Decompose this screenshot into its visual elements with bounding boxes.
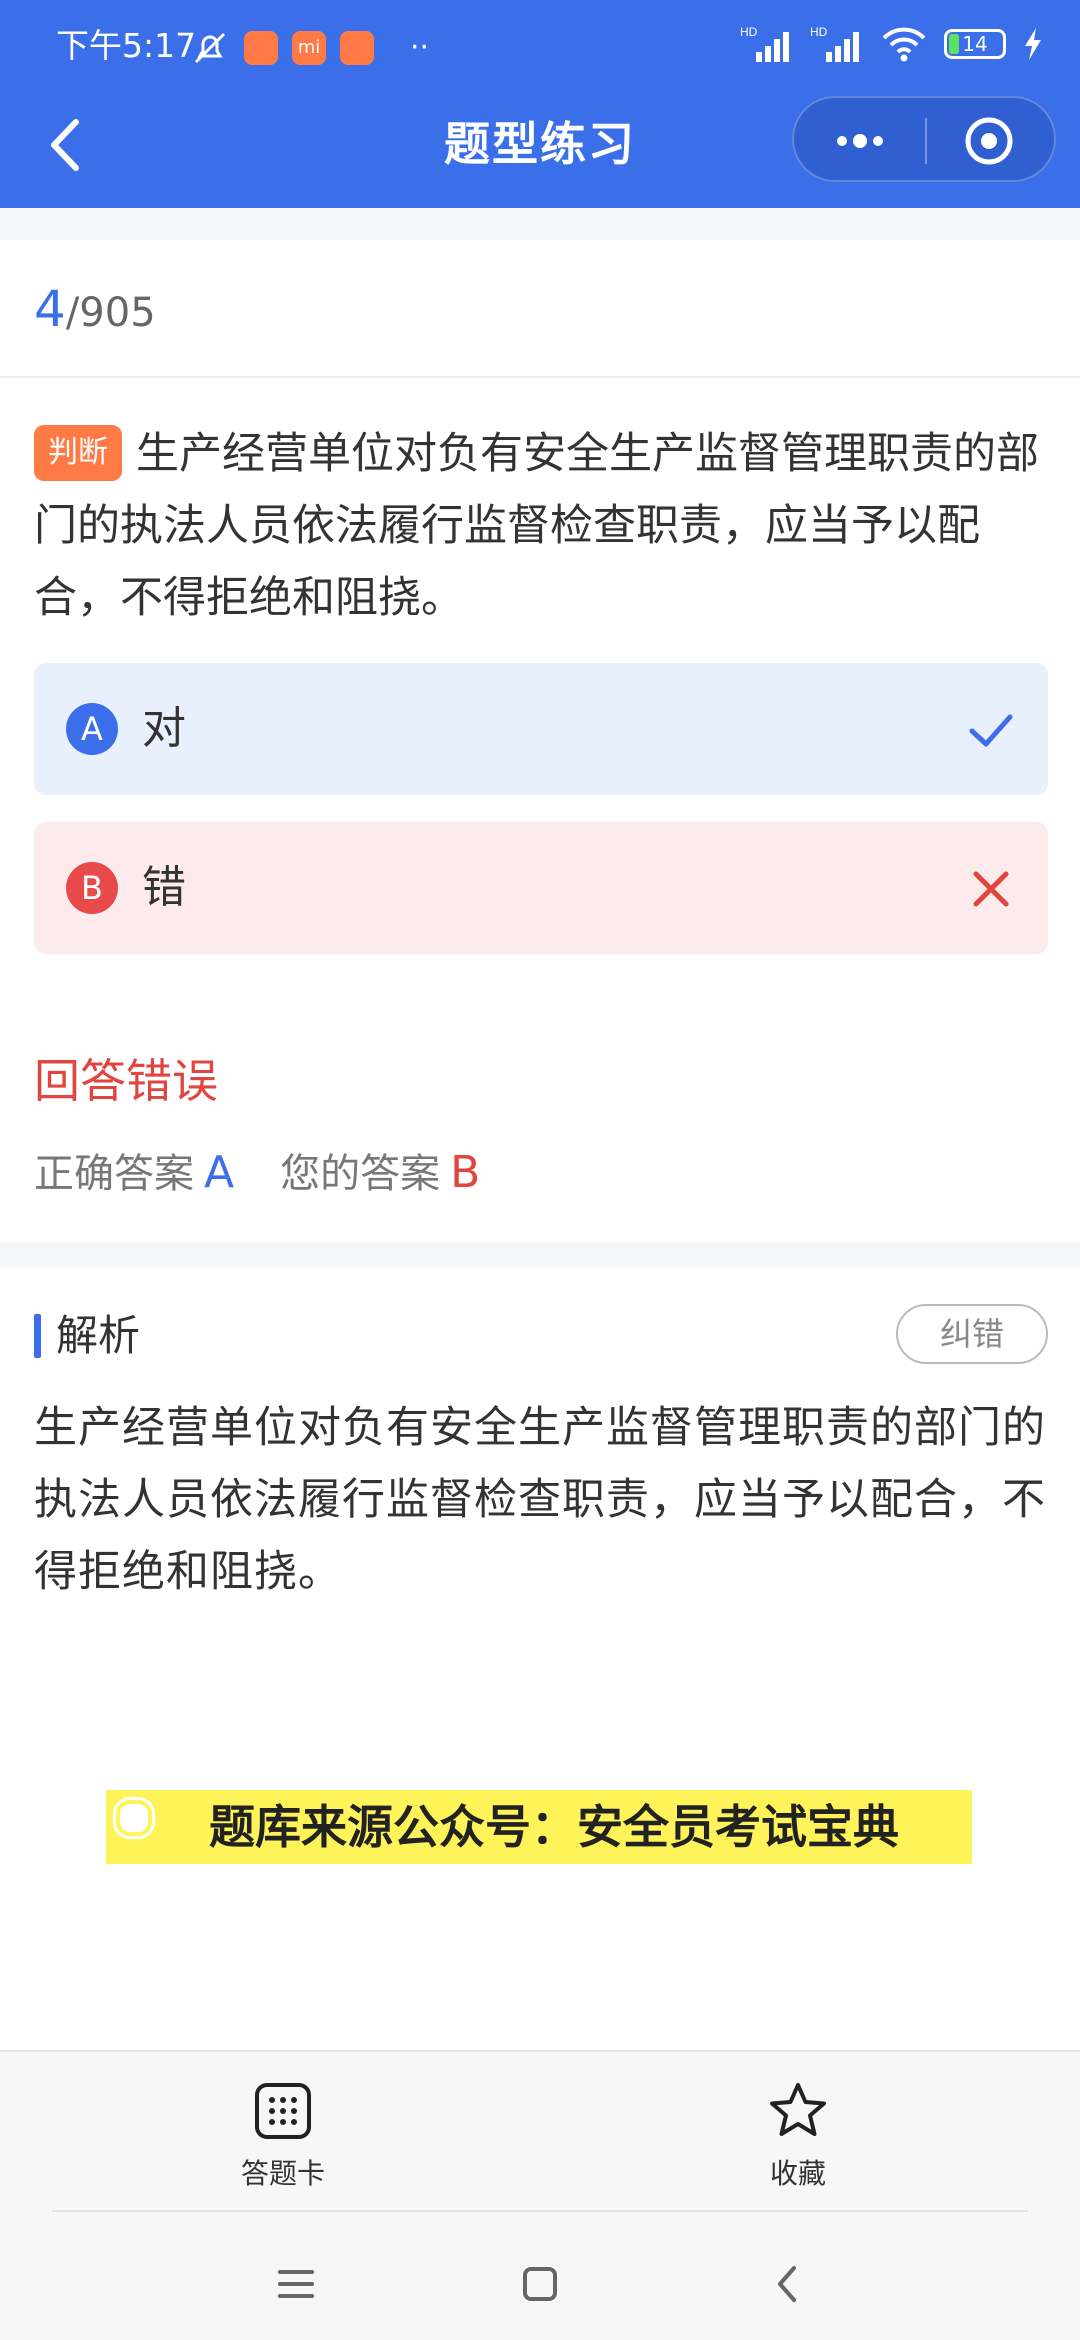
signal-2-label: HD [810,25,828,39]
progress-current: 4 [34,280,66,338]
report-error-button[interactable]: 纠错 [896,1304,1048,1364]
app-notification-icon [244,31,278,65]
analysis-title: 解析 [56,1311,141,1360]
status-notification-icons: mi ·· [190,28,429,68]
shopping-app-icon [340,31,374,65]
grid-icon [255,2083,311,2139]
source-banner: 题库来源公众号：安全员考试宝典 [106,1790,972,1864]
question-text: 生产经营单位对负有安全生产监督管理职责的部门的执法人员依法履行监督检查职责，应当… [34,429,1039,623]
favorite-tab[interactable]: 收藏 [698,2080,898,2230]
signal-icon-2: HD [810,25,859,62]
option-b-letter: B [66,862,118,914]
mute-icon [194,32,226,64]
option-a-letter: A [66,703,118,755]
option-b[interactable]: B 错 [34,822,1048,954]
analysis-header: 解析 纠错 [34,1304,1048,1366]
bottom-bar: 答题卡 收藏 [0,2050,1080,2340]
cross-icon [973,871,1009,907]
wifi-icon [882,27,926,62]
back-icon[interactable] [758,2254,818,2314]
section-accent-bar [34,1314,41,1358]
more-notifications-icon: ·· [410,30,430,65]
section-gap [0,1242,1080,1268]
favorite-label: 收藏 [769,2157,826,2190]
app-header: 下午5:17 mi ·· HD HD 14 题型练习 [0,0,1080,208]
your-answer-label: 您的答案 [280,1151,441,1197]
option-a[interactable]: A 对 [34,663,1048,795]
top-gap [0,208,1080,240]
status-right-icons: HD HD 14 [740,24,1044,64]
menu-icon[interactable] [266,2254,326,2314]
answer-summary: 正确答案 A 您的答案 B [34,1140,480,1207]
progress-total: /905 [65,290,156,336]
answer-card-label: 答题卡 [240,2157,325,2190]
result-title: 回答错误 [34,1054,218,1108]
status-bar: 下午5:17 mi ·· HD HD 14 [0,18,1080,74]
correct-answer-value: A [204,1147,235,1198]
signal-1-label: HD [740,25,758,39]
answer-card-tab[interactable]: 答题卡 [183,2080,383,2230]
check-icon [969,714,1013,747]
correct-answer-label: 正确答案 [34,1151,194,1197]
battery-level: 14 [962,32,988,56]
analysis-text: 生产经营单位对负有安全生产监督管理职责的部门的执法人员依法履行监督检查职责，应当… [34,1403,1046,1597]
status-time: 下午5:17 [56,26,197,65]
charging-icon [1025,28,1041,60]
close-miniprogram-icon[interactable] [960,112,1018,170]
option-a-text: 对 [142,703,186,754]
question-progress: 4/905 [0,240,1080,378]
more-dots-icon[interactable] [828,118,892,164]
home-icon[interactable] [510,2254,570,2314]
option-b-text: 错 [142,862,186,913]
battery-icon: 14 [944,29,1006,59]
banner-text: 题库来源公众号：安全员考试宝典 [209,1800,899,1854]
star-icon [770,2083,826,2136]
question-stem: 判断 生产经营单位对负有安全生产监督管理职责的部门的执法人员依法履行监督检查职责，… [34,418,1054,634]
xiaomi-app-icon: mi [292,31,326,65]
question-type-badge: 判断 [34,425,122,481]
signal-icon: HD [740,25,789,62]
your-answer-value: B [450,1147,481,1198]
miniprogram-capsule [792,96,1056,182]
